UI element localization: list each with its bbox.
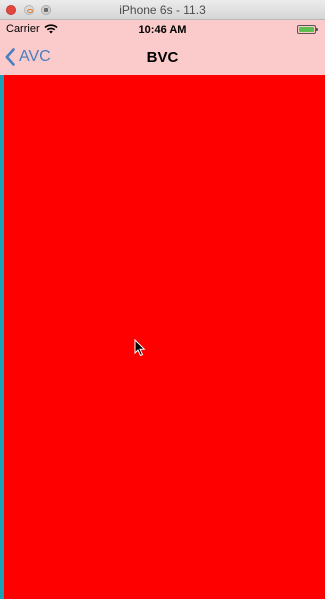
simulator-title-bar: iPhone 6s - 11.3 bbox=[0, 0, 325, 20]
edge-swipe-strip[interactable] bbox=[0, 75, 4, 599]
status-time: 10:46 AM bbox=[138, 24, 187, 36]
status-bar: Carrier 10:46 AM bbox=[0, 20, 325, 40]
battery-icon bbox=[297, 25, 318, 34]
content-view bbox=[0, 75, 325, 599]
window-title: iPhone 6s - 11.3 bbox=[119, 3, 206, 17]
nav-title: BVC bbox=[146, 49, 179, 66]
battery-level bbox=[299, 27, 314, 32]
navigation-bar: AVC BVC bbox=[0, 40, 325, 75]
cursor-icon bbox=[134, 339, 146, 357]
